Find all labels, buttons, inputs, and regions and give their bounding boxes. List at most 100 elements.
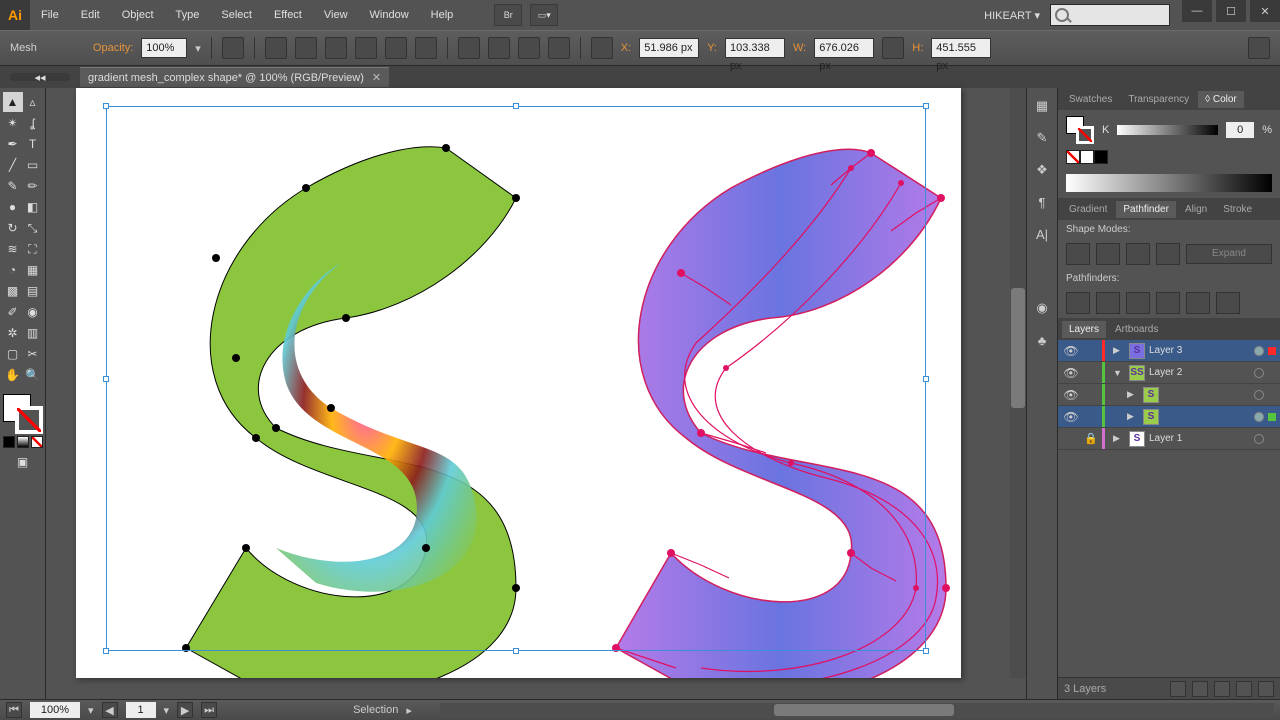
layer-name-label[interactable]: Layer 1	[1149, 433, 1250, 444]
free-transform-tool[interactable]: ⛶	[23, 239, 43, 259]
recolor-artwork-button[interactable]	[222, 37, 244, 59]
align-hcenter-button[interactable]	[295, 37, 317, 59]
screen-mode-button[interactable]: ▣	[13, 452, 33, 472]
link-wh-button[interactable]	[882, 37, 904, 59]
disclosure-triangle[interactable]: ▶	[1127, 411, 1139, 422]
none-swatch[interactable]	[1066, 150, 1080, 164]
selection-tool[interactable]: ▲	[3, 92, 23, 112]
white-swatch[interactable]	[1080, 150, 1094, 164]
disclosure-triangle[interactable]: ▶	[1113, 345, 1125, 356]
merge-button[interactable]	[1126, 292, 1150, 314]
tab-gradient[interactable]: Gradient	[1062, 201, 1114, 218]
rectangle-tool[interactable]: ▭	[23, 155, 43, 175]
tab-stroke[interactable]: Stroke	[1216, 201, 1259, 218]
distribute-spacing-v-button[interactable]	[548, 37, 570, 59]
disclosure-triangle[interactable]: ▶	[1127, 389, 1139, 400]
target-button[interactable]	[1254, 412, 1264, 422]
k-value-input[interactable]: 0	[1226, 122, 1254, 138]
target-button[interactable]	[1254, 368, 1264, 378]
panel-icon-appearance[interactable]: ◉	[1032, 298, 1052, 318]
control-menu-button[interactable]	[1248, 37, 1270, 59]
new-sublayer-button[interactable]	[1214, 681, 1230, 697]
align-vcenter-button[interactable]	[385, 37, 407, 59]
menu-object[interactable]: Object	[111, 0, 165, 30]
panel-icon-grid[interactable]: ▦	[1032, 96, 1052, 116]
panel-icon-graphic-styles[interactable]: ♣	[1032, 330, 1052, 350]
next-artboard-button[interactable]: ▶	[177, 702, 193, 718]
canvas[interactable]	[46, 88, 1026, 699]
blend-tool[interactable]: ◉	[23, 302, 43, 322]
black-swatch[interactable]	[1094, 150, 1108, 164]
gradient-tool[interactable]: ▤	[23, 281, 43, 301]
panel-fill-stroke[interactable]	[1066, 116, 1094, 144]
tab-color[interactable]: ◊ Color	[1198, 91, 1244, 108]
target-button[interactable]	[1254, 390, 1264, 400]
tab-align[interactable]: Align	[1178, 201, 1214, 218]
artboard-number-input[interactable]: 1	[126, 702, 156, 718]
direct-selection-tool[interactable]: ▵	[23, 92, 43, 112]
align-bottom-button[interactable]	[415, 37, 437, 59]
tab-transparency[interactable]: Transparency	[1121, 91, 1196, 108]
layer-name-label[interactable]: Layer 2	[1149, 367, 1250, 378]
magic-wand-tool[interactable]: ✴	[3, 113, 23, 133]
menu-select[interactable]: Select	[210, 0, 263, 30]
layer-row[interactable]: 👁▶S	[1058, 384, 1280, 406]
pen-tool[interactable]: ✒	[3, 134, 23, 154]
line-tool[interactable]: ╱	[3, 155, 23, 175]
prev-artboard-button[interactable]: ◀	[102, 702, 118, 718]
selection-bounding-box[interactable]	[106, 106, 926, 651]
lock-toggle[interactable]: 🔒	[1084, 432, 1098, 445]
disclosure-triangle[interactable]: ▶	[1113, 433, 1125, 444]
tab-artboards[interactable]: Artboards	[1108, 321, 1165, 338]
visibility-toggle[interactable]: 👁	[1062, 344, 1080, 358]
hand-tool[interactable]: ✋	[3, 365, 23, 385]
document-tab[interactable]: gradient mesh_complex shape* @ 100% (RGB…	[80, 67, 389, 87]
x-input[interactable]: 51.986 px	[639, 38, 699, 58]
layer-row[interactable]: 👁▶S	[1058, 406, 1280, 428]
visibility-toggle[interactable]: 👁	[1062, 366, 1080, 380]
mesh-tool[interactable]: ▩	[3, 281, 23, 301]
divide-button[interactable]	[1066, 292, 1090, 314]
width-tool[interactable]: ≋	[3, 239, 23, 259]
align-left-button[interactable]	[265, 37, 287, 59]
expand-button[interactable]: Expand	[1186, 244, 1272, 264]
artboard-tool[interactable]: ▢	[3, 344, 23, 364]
visibility-toggle[interactable]: 👁	[1062, 410, 1080, 424]
window-maximize-button[interactable]: ☐	[1216, 0, 1246, 22]
last-artboard-button[interactable]: ⏭	[201, 702, 217, 718]
exclude-button[interactable]	[1156, 243, 1180, 265]
menu-effect[interactable]: Effect	[263, 0, 313, 30]
document-tab-close-button[interactable]: ✕	[372, 71, 381, 84]
target-button[interactable]	[1254, 346, 1264, 356]
distribute-h-button[interactable]	[458, 37, 480, 59]
h-input[interactable]: 451.555 px	[931, 38, 991, 58]
y-input[interactable]: 103.338 px	[725, 38, 785, 58]
opacity-input[interactable]: 100%	[141, 38, 187, 58]
align-top-button[interactable]	[355, 37, 377, 59]
menu-help[interactable]: Help	[420, 0, 465, 30]
layer-name-label[interactable]: Layer 3	[1149, 345, 1250, 356]
minus-front-button[interactable]	[1096, 243, 1120, 265]
vertical-scrollbar[interactable]	[1010, 88, 1026, 678]
w-input[interactable]: 676.026 px	[814, 38, 874, 58]
lasso-tool[interactable]: ʆ	[23, 113, 43, 133]
tab-layers[interactable]: Layers	[1062, 321, 1106, 338]
disclosure-triangle[interactable]: ▼	[1113, 368, 1125, 378]
make-clipping-mask-button[interactable]	[1192, 681, 1208, 697]
pencil-tool[interactable]: ✏	[23, 176, 43, 196]
workspace-layout-button[interactable]: ▭▾	[530, 4, 558, 26]
panel-icon-character[interactable]: A|	[1032, 224, 1052, 244]
delete-layer-button[interactable]	[1258, 681, 1274, 697]
intersect-button[interactable]	[1126, 243, 1150, 265]
perspective-tool[interactable]: ▦	[23, 260, 43, 280]
scale-tool[interactable]: ⤡	[23, 218, 43, 238]
paintbrush-tool[interactable]: ✎	[3, 176, 23, 196]
trim-button[interactable]	[1096, 292, 1120, 314]
first-artboard-button[interactable]: ⏮	[6, 702, 22, 718]
distribute-v-button[interactable]	[488, 37, 510, 59]
blob-brush-tool[interactable]: ●	[3, 197, 23, 217]
layer-row[interactable]: 👁▼SSLayer 2	[1058, 362, 1280, 384]
crop-button[interactable]	[1156, 292, 1180, 314]
stroke-swatch[interactable]	[15, 406, 43, 434]
new-layer-button[interactable]	[1236, 681, 1252, 697]
